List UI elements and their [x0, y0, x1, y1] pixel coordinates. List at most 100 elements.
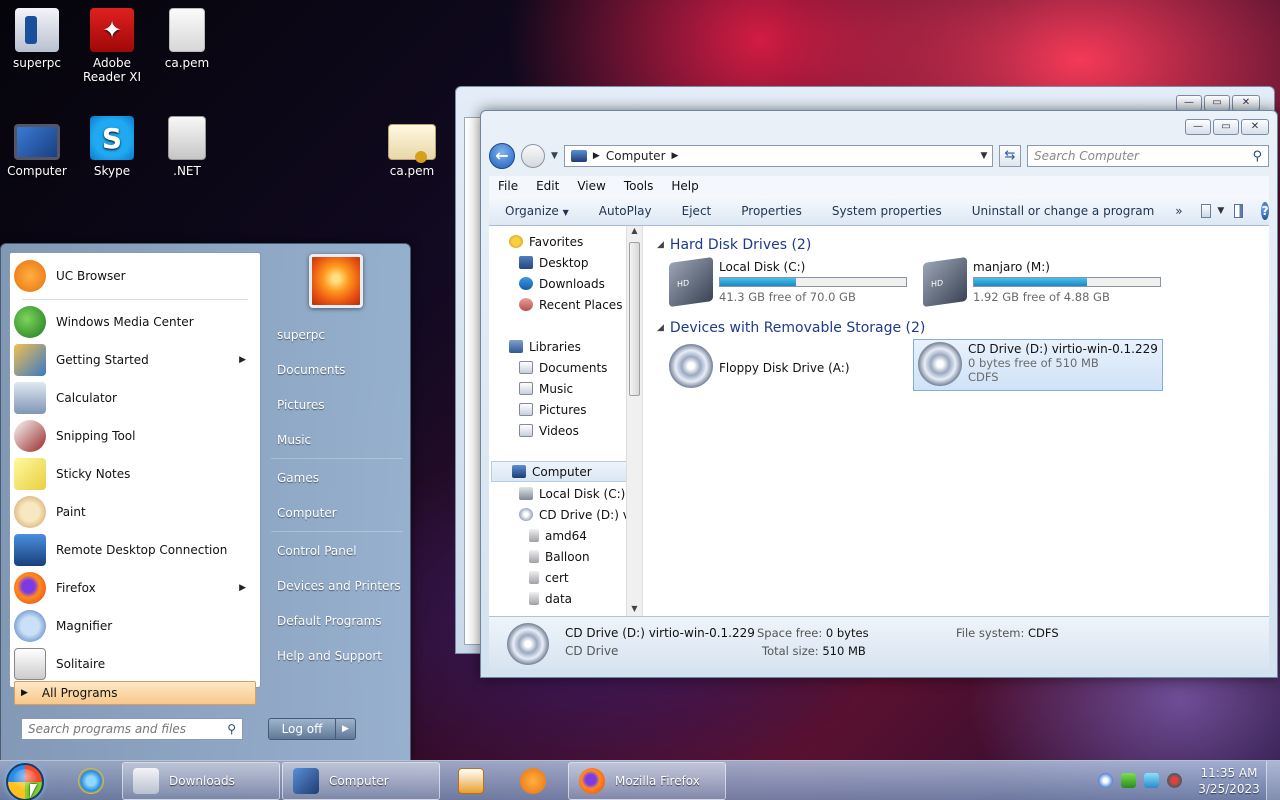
taskbar-ie[interactable]: [68, 762, 112, 800]
start-link-computer[interactable]: Computer: [269, 498, 407, 528]
program-windows-media-center[interactable]: Windows Media Center: [14, 303, 256, 341]
nav-scrollbar[interactable]: ▲ ▼: [626, 226, 642, 618]
search-input[interactable]: Search Computer ⚲: [1027, 145, 1269, 167]
change-view-icon[interactable]: [1200, 203, 1212, 218]
chevron-right-icon[interactable]: ▶: [593, 151, 600, 161]
shutdown-options-icon[interactable]: ▶: [336, 718, 356, 740]
volume-icon[interactable]: [1167, 773, 1182, 788]
refresh-button[interactable]: ⇆: [999, 145, 1021, 167]
program-remote-desktop[interactable]: Remote Desktop Connection: [14, 531, 256, 569]
start-link-documents[interactable]: Documents: [269, 355, 407, 385]
nav-recent-places[interactable]: Recent Places: [489, 294, 622, 315]
start-link-devices-printers[interactable]: Devices and Printers: [269, 571, 407, 601]
menu-edit[interactable]: Edit: [527, 176, 568, 196]
drive-floppy-a[interactable]: Floppy Disk Drive (A:): [665, 342, 915, 394]
collapse-icon[interactable]: ◢: [657, 323, 664, 333]
desktop-icon-net[interactable]: .NET: [150, 116, 224, 178]
program-solitaire[interactable]: Solitaire: [14, 645, 256, 683]
forward-button[interactable]: [521, 144, 545, 168]
desktop-icon-ca-pem-cert[interactable]: ca.pem: [375, 118, 449, 178]
nav-downloads[interactable]: Downloads: [489, 273, 605, 294]
nav-folder-balloon[interactable]: Balloon: [489, 546, 590, 567]
taskbar-computer[interactable]: Computer: [282, 762, 440, 800]
taskbar-downloads[interactable]: Downloads: [122, 762, 280, 800]
nav-local-disk-c[interactable]: Local Disk (C:): [489, 483, 625, 504]
minimize-button[interactable]: —: [1185, 119, 1211, 135]
start-link-default-programs[interactable]: Default Programs: [269, 606, 407, 636]
program-paint[interactable]: Paint: [14, 493, 256, 531]
address-bar[interactable]: ▶ Computer ▶ ▼: [563, 145, 993, 167]
program-snipping-tool[interactable]: Snipping Tool: [14, 417, 256, 455]
nav-folder-cert[interactable]: cert: [489, 567, 569, 588]
start-link-help-support[interactable]: Help and Support: [269, 641, 407, 671]
nav-folder-amd64[interactable]: amd64: [489, 525, 587, 546]
action-center-icon[interactable]: [1121, 773, 1136, 788]
chevron-right-icon[interactable]: ▶: [672, 151, 679, 161]
desktop-icon-adobe-reader[interactable]: Adobe Reader XI: [75, 8, 149, 84]
program-sticky-notes[interactable]: Sticky Notes: [14, 455, 256, 493]
search-icon[interactable]: ⚲: [1252, 149, 1262, 164]
clock[interactable]: 11:35 AM 3/25/2023: [1196, 765, 1262, 797]
maximize-button[interactable]: ▭: [1213, 119, 1239, 135]
back-button[interactable]: ←: [489, 143, 515, 169]
menu-file[interactable]: File: [489, 176, 527, 196]
nav-music[interactable]: Music: [489, 378, 573, 399]
taskbar-firefox[interactable]: Mozilla Firefox: [568, 762, 726, 800]
taskbar-uc-browser[interactable]: [510, 762, 554, 800]
nav-desktop[interactable]: Desktop: [489, 252, 589, 273]
user-avatar[interactable]: [309, 254, 363, 308]
maximize-button[interactable]: ▭: [1204, 95, 1230, 111]
nav-pictures[interactable]: Pictures: [489, 399, 587, 420]
scroll-thumb[interactable]: [629, 242, 640, 396]
nav-videos[interactable]: Videos: [489, 420, 579, 441]
group-header-removable[interactable]: ◢ Devices with Removable Storage (2): [657, 320, 925, 336]
nav-libraries[interactable]: Libraries: [489, 336, 581, 357]
recent-pages-dropdown[interactable]: ▼: [551, 151, 558, 161]
desktop-icon-skype[interactable]: Skype: [75, 116, 149, 178]
start-link-music[interactable]: Music: [269, 425, 407, 455]
properties-button[interactable]: Properties: [726, 204, 817, 218]
program-uc-browser[interactable]: UC Browser: [14, 257, 256, 295]
start-search-input[interactable]: Search programs and files ⚲: [21, 718, 243, 740]
drive-local-disk-c[interactable]: Local Disk (C:) 41.3 GB free of 70.0 GB: [665, 256, 915, 310]
show-desktop-button[interactable]: [1266, 761, 1280, 800]
desktop-icon-ca-pem[interactable]: ca.pem: [150, 8, 224, 70]
chevron-down-icon[interactable]: ▼: [976, 151, 992, 161]
menu-help[interactable]: Help: [662, 176, 707, 196]
program-calculator[interactable]: Calculator: [14, 379, 256, 417]
uninstall-program-button[interactable]: Uninstall or change a program: [957, 204, 1170, 218]
submenu-arrow-icon[interactable]: ▶: [239, 583, 246, 593]
program-magnifier[interactable]: Magnifier: [14, 607, 256, 645]
close-button[interactable]: ✕: [1232, 95, 1260, 111]
computer-explorer-window[interactable]: — ▭ ✕ ← ▼ ▶ Computer ▶ ▼ ⇆ Search Comput…: [480, 110, 1278, 678]
taskbar-media-player[interactable]: [448, 762, 492, 800]
nav-computer[interactable]: Computer: [491, 461, 627, 482]
network-icon[interactable]: [1144, 773, 1159, 788]
desktop-icon-superpc[interactable]: superpc: [0, 8, 74, 70]
preview-pane-icon[interactable]: [1234, 203, 1244, 218]
start-link-games[interactable]: Games: [269, 463, 407, 493]
tray-app-icon[interactable]: [1098, 773, 1113, 788]
drive-manjaro-m[interactable]: manjaro (M:) 1.92 GB free of 4.88 GB: [919, 256, 1169, 310]
start-button[interactable]: [6, 763, 44, 800]
program-getting-started[interactable]: Getting Started ▶: [14, 341, 256, 379]
submenu-arrow-icon[interactable]: ▶: [239, 355, 246, 365]
help-icon[interactable]: ?: [1261, 201, 1269, 220]
search-icon[interactable]: ⚲: [227, 722, 236, 736]
menu-tools[interactable]: Tools: [615, 176, 663, 196]
scroll-up-icon[interactable]: ▲: [627, 226, 642, 240]
nav-documents[interactable]: Documents: [489, 357, 607, 378]
more-commands-button[interactable]: »: [1169, 204, 1188, 218]
desktop-icon-computer[interactable]: Computer: [0, 116, 74, 178]
close-button[interactable]: ✕: [1241, 119, 1269, 135]
collapse-icon[interactable]: ◢: [657, 240, 664, 250]
organize-button[interactable]: Organize ▼: [489, 204, 584, 218]
nav-favorites[interactable]: Favorites: [489, 231, 583, 252]
eject-button[interactable]: Eject: [667, 204, 727, 218]
logoff-button[interactable]: Log off: [268, 718, 336, 740]
program-firefox[interactable]: Firefox ▶: [14, 569, 256, 607]
autoplay-button[interactable]: AutoPlay: [584, 204, 667, 218]
all-programs-button[interactable]: ▶ All Programs: [14, 681, 256, 705]
group-header-hard-disks[interactable]: ◢ Hard Disk Drives (2): [657, 237, 811, 253]
drive-cd-d[interactable]: CD Drive (D:) virtio-win-0.1.229 0 bytes…: [913, 339, 1163, 391]
